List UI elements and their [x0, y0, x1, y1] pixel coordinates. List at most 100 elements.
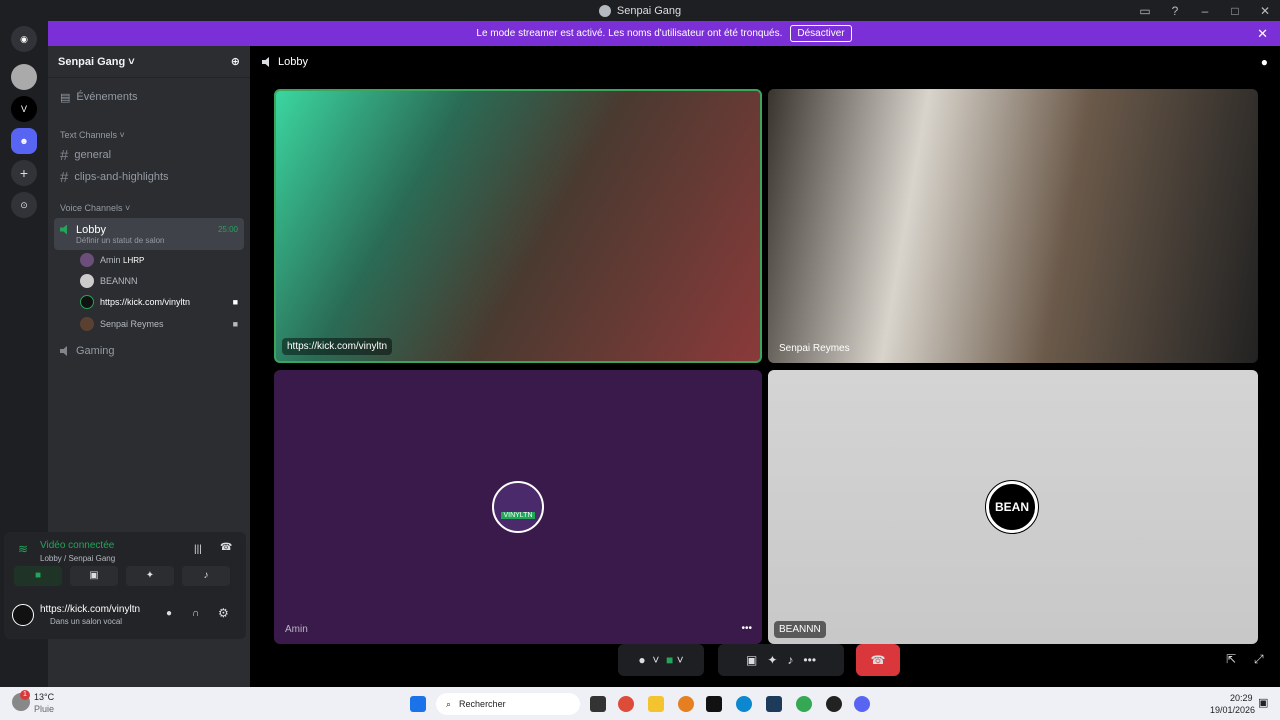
chevron-down-icon[interactable]: ˅ [652, 653, 659, 667]
screenshare-icon[interactable]: ▣ [746, 653, 757, 667]
edge-icon[interactable] [736, 696, 752, 712]
calendar-icon: ▤ [60, 91, 71, 104]
speaker-icon [60, 224, 67, 235]
hash-icon: # [60, 146, 69, 164]
speaker-icon [60, 346, 67, 356]
discord-home-icon[interactable]: ◉ [11, 26, 37, 52]
server-header[interactable]: Senpai Gang ˅ ⊕ [48, 46, 250, 78]
vscode-icon[interactable] [766, 696, 782, 712]
maximize-icon[interactable]: □ [1220, 4, 1250, 18]
tile-label: https://kick.com/vinyltn [282, 338, 393, 355]
channel-general[interactable]: # general [54, 145, 244, 165]
noise-icon[interactable]: ||| [194, 544, 202, 555]
hash-icon: # [60, 168, 69, 186]
chevron-down-icon[interactable]: ˅ [677, 653, 684, 667]
activities-icon[interactable]: ✦ [767, 653, 777, 667]
tile-beannn[interactable]: BEAN BEANNN [768, 370, 1258, 644]
mic-icon[interactable]: ● [166, 608, 172, 619]
voice-channel-gaming[interactable]: Gaming [54, 341, 244, 361]
member-amin[interactable]: Amin LHRP [74, 250, 244, 270]
help-icon[interactable]: ? [1160, 4, 1190, 18]
tile-label: BEANNN [774, 621, 826, 638]
call-header: Lobby ● [250, 46, 1280, 78]
user-status: Dans un salon vocal [50, 617, 123, 626]
popout-icon[interactable]: ⇱ [1226, 652, 1236, 666]
live-app-icon[interactable] [706, 696, 722, 712]
chat-icon[interactable]: ● [1261, 55, 1268, 69]
camera-icon[interactable]: ■ [666, 653, 673, 667]
windows-taskbar: 1 13°C Pluie ⌕ Rechercher 20:29 19/01/20… [0, 687, 1280, 720]
server-icon-1[interactable] [11, 64, 37, 90]
mic-control[interactable]: ● ˅ ■ ˅ [618, 644, 704, 676]
lobby-timer: 25:00 [217, 225, 238, 234]
call-area: Lobby ● https://kick.com/vinyltn Senpai … [250, 46, 1280, 687]
text-category[interactable]: Text Channels ˅ [54, 127, 244, 143]
search-icon: ⌕ [446, 698, 452, 709]
tile-label: Senpai Reymes [779, 343, 850, 354]
avatar [80, 274, 94, 288]
call-channel-name: Lobby [278, 56, 308, 68]
settings-icon[interactable]: ⚙ [218, 606, 229, 620]
obs-icon[interactable] [826, 696, 842, 712]
voice-status[interactable]: Vidéo connectée [40, 540, 114, 551]
server-icon-vinyl[interactable]: V [11, 96, 37, 122]
fullscreen-icon[interactable]: ⤢ [1254, 652, 1264, 667]
member-beannn[interactable]: BEANNN [74, 271, 244, 291]
user-avatar[interactable] [12, 604, 34, 626]
windows-start-icon[interactable] [410, 696, 426, 712]
minimize-icon[interactable]: – [1190, 4, 1220, 18]
events-item[interactable]: ▤ Événements [54, 87, 244, 107]
app-icon[interactable] [678, 696, 694, 712]
close-window-icon[interactable]: ✕ [1250, 4, 1280, 18]
chrome-icon[interactable] [618, 696, 634, 712]
server-logo-icon [598, 4, 611, 17]
inbox-icon[interactable]: ▭ [1130, 4, 1160, 18]
title-bar: Senpai Gang ▭ ? – □ ✕ [0, 0, 1280, 21]
voice-location[interactable]: Lobby / Senpai Gang [40, 554, 115, 563]
more-icon[interactable]: ••• [741, 623, 752, 634]
screenshare-button[interactable]: ▣ [70, 566, 118, 586]
hangup-button[interactable]: ☎ [856, 644, 900, 676]
avatar [80, 295, 94, 309]
notifications-icon[interactable]: ▣ [1258, 696, 1268, 709]
banner-text: Le mode streamer est activé. Les noms d'… [476, 28, 783, 39]
channel-clips[interactable]: # clips-and-highlights [54, 167, 244, 187]
activities-button[interactable]: ✦ [126, 566, 174, 586]
user-name: https://kick.com/vinyltn [40, 604, 141, 615]
tile-label: Amin [285, 624, 308, 635]
video-tile-vinyltn[interactable]: https://kick.com/vinyltn [274, 89, 762, 363]
events-label: Événements [76, 91, 138, 103]
more-icon[interactable]: ••• [803, 653, 816, 667]
streamer-mode-banner: Le mode streamer est activé. Les noms d'… [48, 21, 1280, 46]
invite-icon[interactable]: ⊕ [231, 55, 240, 68]
discover-icon[interactable]: ⊙ [11, 192, 37, 218]
video-tile-reymes[interactable]: Senpai Reymes [768, 89, 1258, 363]
avatar [80, 253, 94, 267]
headphones-icon[interactable]: ∩ [192, 608, 199, 619]
member-reymes[interactable]: Senpai Reymes ■ [74, 314, 244, 334]
tile-amin[interactable]: VINYLTN Amin ••• [274, 370, 762, 644]
beannn-logo: BEAN [985, 480, 1039, 534]
close-banner-icon[interactable]: ✕ [1257, 26, 1268, 42]
server-icon-senpai[interactable]: ☻ [11, 128, 37, 154]
discord-taskbar-icon[interactable] [854, 696, 870, 712]
taskbar-search[interactable]: ⌕ Rechercher [436, 693, 580, 715]
disable-streamer-button[interactable]: Désactiver [790, 25, 852, 42]
call-actions: ▣ ✦ ♪ ••• [718, 644, 844, 676]
mic-icon[interactable]: ● [638, 653, 645, 667]
disconnect-icon[interactable]: ☎ [220, 542, 232, 553]
file-explorer-icon[interactable] [648, 696, 664, 712]
soundboard-icon[interactable]: ♪ [787, 653, 793, 667]
add-server-icon[interactable]: + [11, 160, 37, 186]
task-view-icon[interactable] [590, 696, 606, 712]
lobby-status[interactable]: Définir un statut de salon [76, 236, 165, 245]
window-title: Senpai Gang [616, 4, 682, 17]
amin-avatar: VINYLTN [492, 481, 544, 533]
member-vinyltn[interactable]: https://kick.com/vinyltn ■ [74, 292, 244, 312]
speaker-icon [262, 57, 269, 67]
chrome-profile-icon[interactable] [796, 696, 812, 712]
voice-category[interactable]: Voice Channels ˅ [54, 200, 244, 216]
voice-channel-lobby[interactable]: Lobby 25:00 Définir un statut de salon [54, 218, 244, 250]
video-button[interactable]: ■ [14, 566, 62, 586]
soundboard-button[interactable]: ♪ [182, 566, 230, 586]
